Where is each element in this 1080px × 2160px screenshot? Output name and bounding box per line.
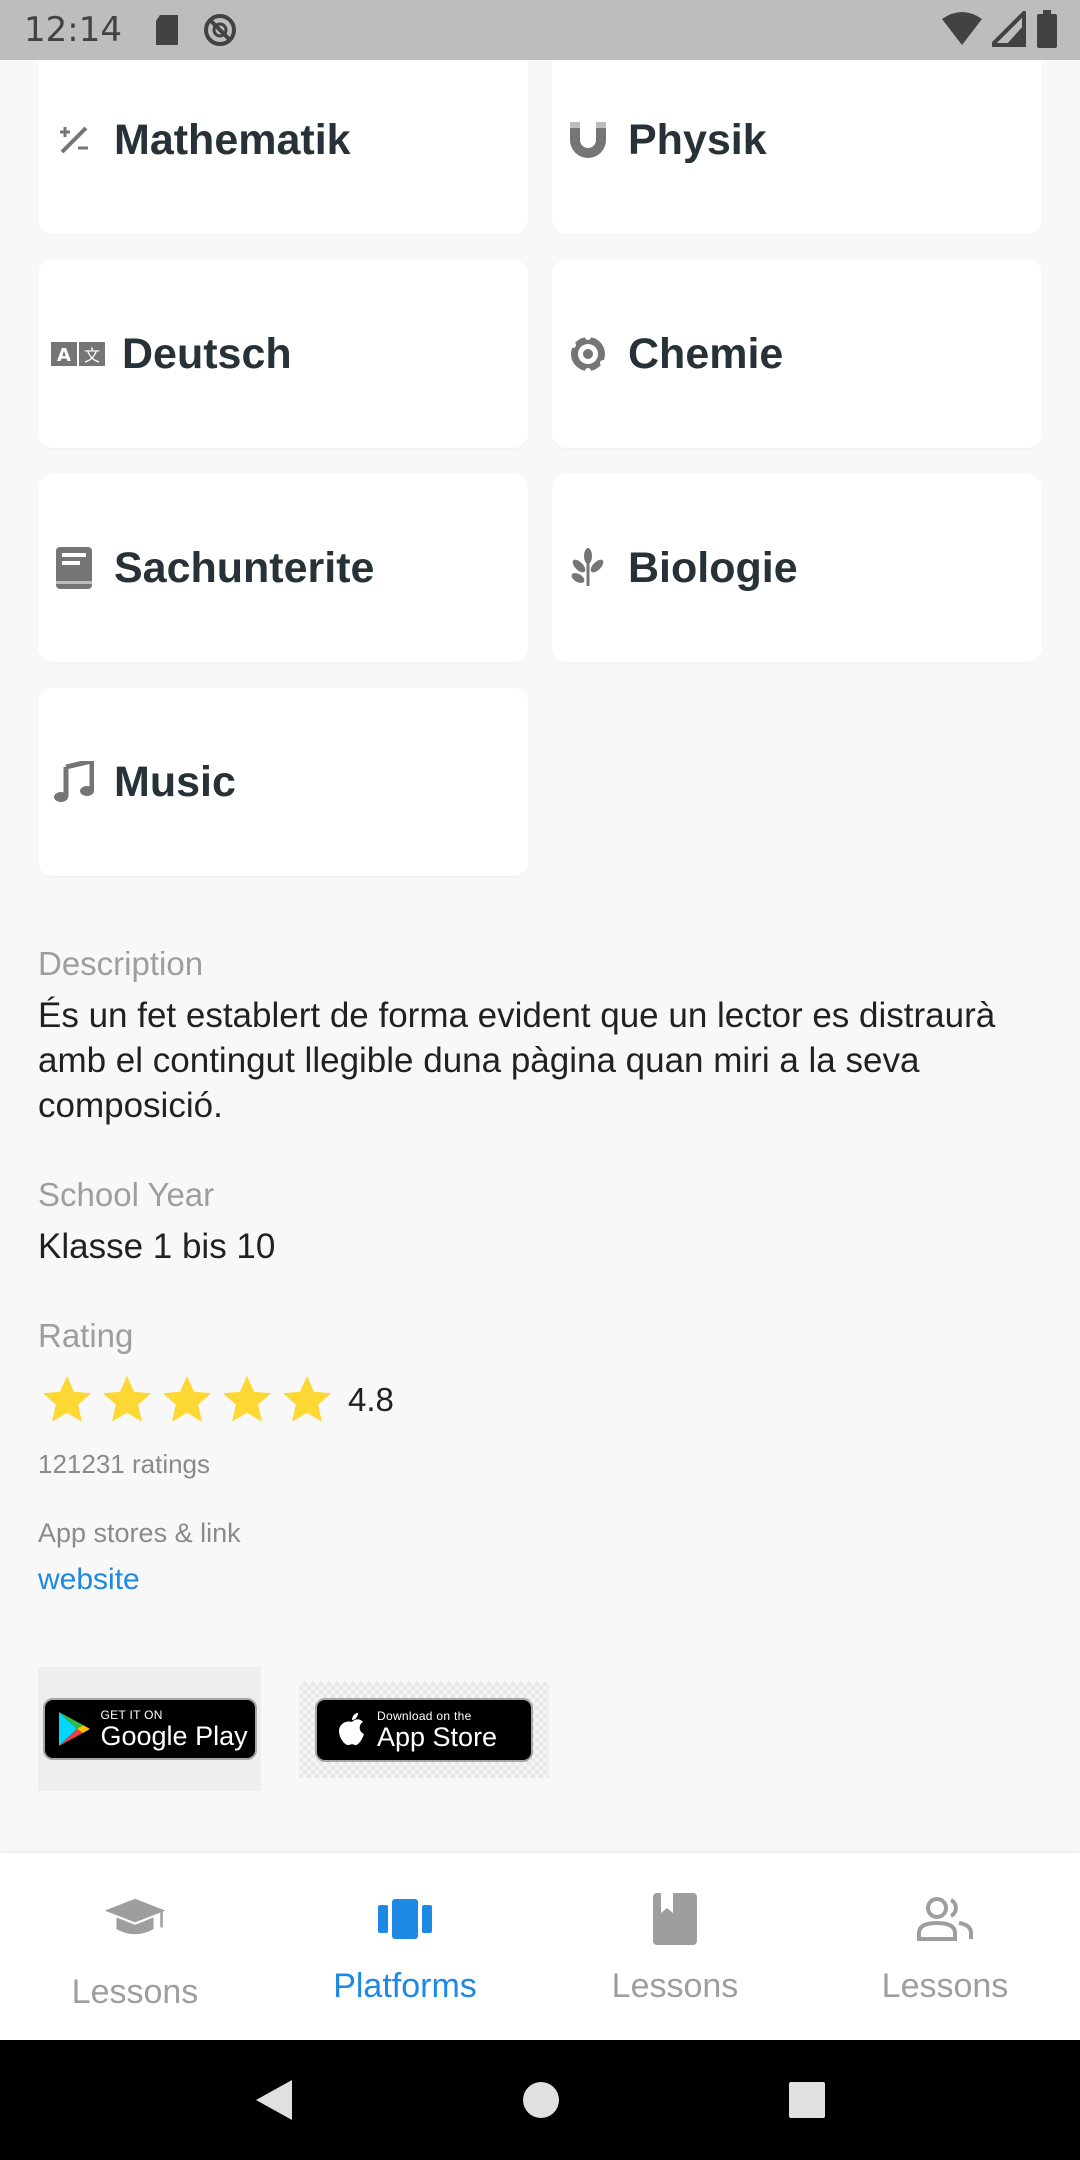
google-play-badge-wrap[interactable]: GET IT ON Google Play <box>38 1667 261 1791</box>
nav-label: Lessons <box>611 1967 739 2005</box>
subject-card-sachunterite[interactable]: Sachunterite <box>38 474 528 662</box>
subject-card-mathematik[interactable]: Mathematik <box>38 46 528 234</box>
star-icon <box>42 1375 92 1422</box>
rating-label: Rating <box>38 1317 134 1354</box>
people-icon <box>913 1887 977 1951</box>
subject-label: Mathematik <box>114 115 351 164</box>
nav-item-lessons-2[interactable]: Lessons <box>540 1853 810 2040</box>
school-year-block: School Year Klasse 1 bis 10 <box>38 1176 1048 1269</box>
carousel-icon <box>373 1887 437 1951</box>
subject-card-biologie[interactable]: Biologie <box>552 474 1042 662</box>
bottom-navigation: Lessons Platforms Lessons Lessons <box>0 1853 1080 2040</box>
book-icon <box>50 544 98 592</box>
description-text: És un fet establert de forma evident que… <box>38 996 996 1125</box>
nav-label: Platforms <box>333 1967 477 2005</box>
google-play-icon <box>58 1712 90 1746</box>
svg-text:文: 文 <box>84 346 100 365</box>
description-label: Description <box>38 945 204 982</box>
wifi-icon <box>942 12 982 45</box>
app-store-text: Download on the App Store <box>377 1710 497 1751</box>
nav-label: Lessons <box>71 1973 199 2011</box>
signal-icon <box>992 11 1026 47</box>
google-play-small-text: GET IT ON <box>100 1707 163 1722</box>
subject-card-deutsch[interactable]: A文 Deutsch <box>38 260 528 448</box>
math-icon <box>50 116 98 164</box>
battery-icon <box>1037 10 1057 48</box>
school-year-value: Klasse 1 bis 10 <box>38 1227 276 1266</box>
home-icon[interactable] <box>522 2081 560 2119</box>
description-block: Description És un fet establert de forma… <box>38 945 1048 1128</box>
atom-icon <box>564 330 612 378</box>
subject-label: Biologie <box>628 543 798 592</box>
status-time: 12:14 <box>24 10 122 50</box>
website-link[interactable]: website <box>38 1563 140 1597</box>
rating-count: 121231 ratings <box>38 1449 211 1479</box>
subject-label: Deutsch <box>122 329 292 378</box>
subject-card-music[interactable]: Music <box>38 688 528 876</box>
graduation-cap-icon <box>103 1887 167 1951</box>
screen: 12:14 Mathematik Physik A文 Deutsch Chemi… <box>0 0 1080 2160</box>
subject-label: Chemie <box>628 329 784 378</box>
no-sync-icon <box>203 14 236 46</box>
subject-label: Music <box>114 757 236 806</box>
status-left-icons <box>154 12 238 48</box>
rating-value: 4.8 <box>348 1381 394 1418</box>
google-play-badge[interactable]: GET IT ON Google Play <box>42 1698 257 1760</box>
translate-icon: A文 <box>50 330 106 378</box>
platform-info: Description És un fet establert de forma… <box>38 945 1048 1597</box>
system-navigation-bar <box>0 2040 1080 2160</box>
google-play-big-text: Google Play <box>100 1720 248 1751</box>
apple-icon <box>339 1713 364 1746</box>
subject-card-physik[interactable]: Physik <box>552 46 1042 234</box>
nav-item-platforms[interactable]: Platforms <box>270 1853 540 2040</box>
svg-text:A: A <box>57 345 71 366</box>
rating-row: 4.8 <box>38 1371 1048 1429</box>
star-icon <box>102 1375 152 1422</box>
school-year-label: School Year <box>38 1176 215 1213</box>
sd-card-icon <box>155 15 178 45</box>
subject-label: Sachunterite <box>114 543 375 592</box>
plant-icon <box>564 544 612 592</box>
magnet-icon <box>564 116 612 164</box>
app-store-badge[interactable]: Download on the App Store <box>315 1698 533 1762</box>
bookmark-book-icon <box>643 1887 707 1951</box>
subject-label: Physik <box>628 115 767 164</box>
app-store-small-text: Download on the <box>377 1708 472 1723</box>
recents-icon[interactable] <box>788 2081 826 2119</box>
status-right-icons <box>942 10 1058 48</box>
music-note-icon <box>50 758 98 806</box>
app-store-big-text: App Store <box>377 1721 498 1752</box>
store-badges: GET IT ON Google Play Download on the Ap… <box>38 1667 549 1791</box>
nav-item-lessons-1[interactable]: Lessons <box>0 1853 270 2040</box>
nav-label: Lessons <box>881 1967 1009 2005</box>
star-icon <box>282 1375 332 1422</box>
star-icon <box>222 1375 272 1422</box>
app-store-badge-wrap[interactable]: Download on the App Store <box>299 1682 549 1778</box>
subject-grid: Mathematik Physik A文 Deutsch Chemie Sach… <box>38 46 1042 876</box>
app-stores-label: App stores & link <box>38 1518 241 1548</box>
subject-card-chemie[interactable]: Chemie <box>552 260 1042 448</box>
nav-item-lessons-3[interactable]: Lessons <box>810 1853 1080 2040</box>
rating-block: Rating 4.8 121231 ratings <box>38 1317 1048 1480</box>
star-icon <box>162 1375 212 1422</box>
status-bar: 12:14 <box>0 0 1080 60</box>
google-play-text: GET IT ON Google Play <box>101 1709 248 1750</box>
back-icon[interactable] <box>254 2078 294 2122</box>
